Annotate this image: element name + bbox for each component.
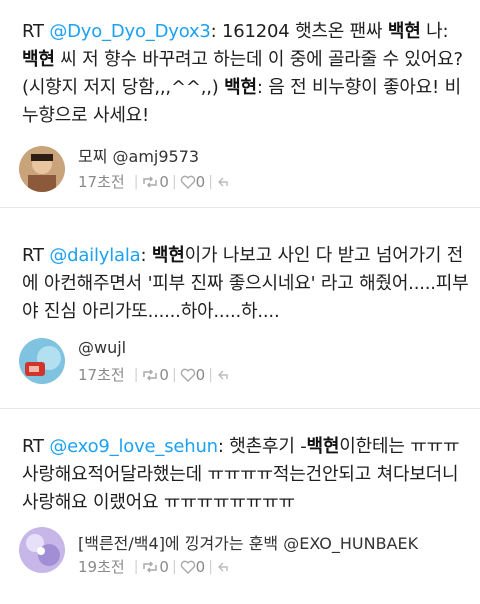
text-segment: : xyxy=(140,245,152,266)
mention-link[interactable]: @Dyo_Dyo_Dyox3 xyxy=(49,21,211,42)
retweet-count: 0 xyxy=(159,365,169,384)
retweet-icon[interactable] xyxy=(141,175,159,189)
tweet-text: RT @exo9_love_sehun: 햇촌후기 -백현이한테는 ㅠㅠㅠ 사랑… xyxy=(22,433,470,517)
like-heart-icon[interactable] xyxy=(180,368,196,382)
separator: | xyxy=(208,173,213,190)
retweet-count: 0 xyxy=(159,557,169,576)
author-name[interactable]: 모찌 @amj9573 xyxy=(78,143,199,167)
author-name[interactable]: @wujl xyxy=(78,338,126,357)
separator: | xyxy=(133,173,139,190)
avatar[interactable] xyxy=(19,527,65,573)
separator: | xyxy=(133,558,139,575)
separator: | xyxy=(171,173,177,190)
retweet-count: 0 xyxy=(159,172,169,191)
avatar[interactable] xyxy=(19,146,65,192)
like-heart-icon[interactable] xyxy=(180,175,196,189)
like-count: 0 xyxy=(195,172,206,191)
mention-link[interactable]: @exo9_love_sehun xyxy=(49,436,218,457)
keyword-highlight: 백현 xyxy=(387,21,421,42)
timestamp: 17초전 xyxy=(78,173,125,191)
timestamp: 19초전 xyxy=(78,558,125,576)
tweet-3: RT @exo9_love_sehun: 햇촌후기 -백현이한테는 ㅠㅠㅠ 사랑… xyxy=(0,409,480,604)
keyword-highlight: 백현 xyxy=(306,436,340,457)
avatar[interactable] xyxy=(19,338,65,384)
timestamp: 17초전 xyxy=(78,366,125,384)
rt-label: RT xyxy=(22,21,44,42)
author-name[interactable]: [백른전/백4]에 낑겨가는 훈백 @EXO_HUNBAEK xyxy=(78,530,418,554)
retweet-icon[interactable] xyxy=(141,560,159,574)
reply-icon[interactable] xyxy=(216,368,232,382)
tweet-2: RT @dailylala: 백현이가 나보고 사인 다 받고 넘어가기 전에 … xyxy=(0,208,480,408)
reply-icon[interactable] xyxy=(216,175,232,189)
like-heart-icon[interactable] xyxy=(180,560,196,574)
text-segment: : 햇촌후기 - xyxy=(217,436,307,457)
text-segment: : 161204 햇츠온 팬싸 xyxy=(210,21,388,42)
separator: | xyxy=(208,558,213,575)
tweet-text: RT @Dyo_Dyo_Dyox3: 161204 햇츠온 팬싸 백현 나: 백… xyxy=(22,18,470,130)
separator: | xyxy=(171,366,177,383)
text-segment: 나: xyxy=(420,21,449,42)
tweet-1: RT @Dyo_Dyo_Dyox3: 161204 햇츠온 팬싸 백현 나: 백… xyxy=(0,0,480,207)
separator: | xyxy=(133,366,139,383)
keyword-highlight: 백현 xyxy=(151,245,185,266)
mention-link[interactable]: @dailylala xyxy=(49,245,140,266)
keyword-highlight: 백현 xyxy=(22,49,55,70)
separator: | xyxy=(171,558,177,575)
tweet-meta: 19초전 | 0 | 0 | xyxy=(78,556,232,577)
rt-label: RT xyxy=(22,245,44,266)
like-count: 0 xyxy=(195,557,206,576)
reply-icon[interactable] xyxy=(216,560,232,574)
tweet-meta: 17초전 | 0 | 0 | xyxy=(78,364,232,385)
retweet-icon[interactable] xyxy=(141,368,159,382)
tweet-text: RT @dailylala: 백현이가 나보고 사인 다 받고 넘어가기 전에 … xyxy=(22,242,470,326)
separator: | xyxy=(208,366,213,383)
like-count: 0 xyxy=(195,365,206,384)
rt-label: RT xyxy=(22,436,44,457)
keyword-highlight: 백현 xyxy=(224,77,257,98)
tweet-meta: 17초전 | 0 | 0 | xyxy=(78,171,232,192)
